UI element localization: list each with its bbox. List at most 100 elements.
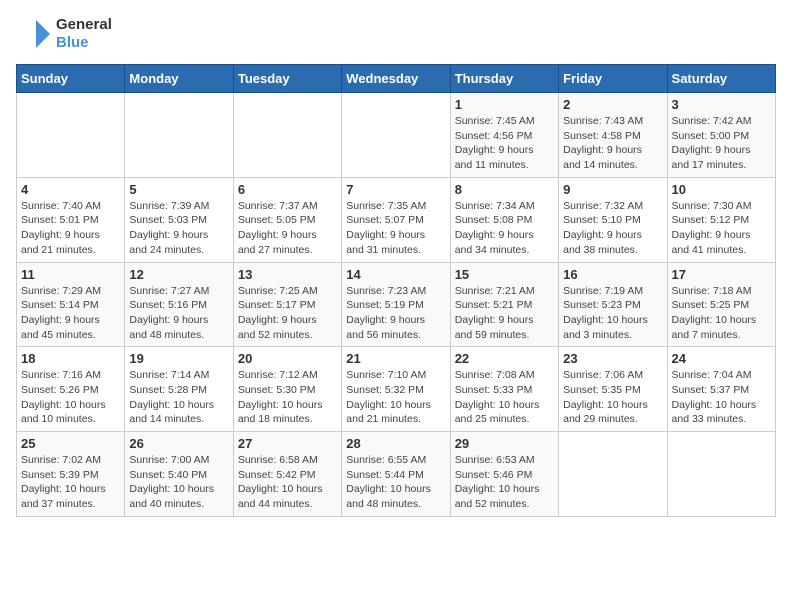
day-info: Sunrise: 7:00 AM Sunset: 5:40 PM Dayligh… [129,453,228,512]
calendar-cell: 5 Sunrise: 7:39 AM Sunset: 5:03 PM Daylig… [125,177,233,262]
day-info: Sunrise: 6:55 AM Sunset: 5:44 PM Dayligh… [346,453,445,512]
day-number: 6 [238,182,337,197]
day-info: Sunrise: 7:12 AM Sunset: 5:30 PM Dayligh… [238,368,337,427]
day-number: 22 [455,351,554,366]
day-info: Sunrise: 7:10 AM Sunset: 5:32 PM Dayligh… [346,368,445,427]
day-info: Sunrise: 7:40 AM Sunset: 5:01 PM Dayligh… [21,199,120,258]
calendar-cell [667,432,775,517]
calendar-body: 1 Sunrise: 7:45 AM Sunset: 4:56 PM Daylig… [17,93,776,517]
day-number: 12 [129,267,228,282]
day-number: 16 [563,267,662,282]
day-info: Sunrise: 7:02 AM Sunset: 5:39 PM Dayligh… [21,453,120,512]
day-number: 28 [346,436,445,451]
day-number: 13 [238,267,337,282]
day-info: Sunrise: 7:30 AM Sunset: 5:12 PM Dayligh… [672,199,771,258]
day-number: 27 [238,436,337,451]
day-info: Sunrise: 7:23 AM Sunset: 5:19 PM Dayligh… [346,284,445,343]
calendar-cell [125,93,233,178]
calendar-cell: 25 Sunrise: 7:02 AM Sunset: 5:39 PM Dayli… [17,432,125,517]
calendar-cell: 29Sunrise: 6:53 AM Sunset: 5:46 PM Dayli… [450,432,558,517]
logo-general: General [56,16,112,34]
calendar-cell: 10 Sunrise: 7:30 AM Sunset: 5:12 PM Dayli… [667,177,775,262]
calendar-cell: 26 Sunrise: 7:00 AM Sunset: 5:40 PM Dayli… [125,432,233,517]
calendar-cell: 19 Sunrise: 7:14 AM Sunset: 5:28 PM Dayli… [125,347,233,432]
day-number: 17 [672,267,771,282]
day-number: 9 [563,182,662,197]
calendar-cell [342,93,450,178]
day-info: Sunrise: 7:39 AM Sunset: 5:03 PM Dayligh… [129,199,228,258]
day-number: 15 [455,267,554,282]
weekday-header-monday: Monday [125,65,233,93]
day-info: Sunrise: 7:16 AM Sunset: 5:26 PM Dayligh… [21,368,120,427]
day-number: 11 [21,267,120,282]
calendar-cell: 1 Sunrise: 7:45 AM Sunset: 4:56 PM Daylig… [450,93,558,178]
day-info: Sunrise: 7:27 AM Sunset: 5:16 PM Dayligh… [129,284,228,343]
day-info: Sunrise: 7:06 AM Sunset: 5:35 PM Dayligh… [563,368,662,427]
calendar-cell [559,432,667,517]
calendar-week-5: 25 Sunrise: 7:02 AM Sunset: 5:39 PM Dayli… [17,432,776,517]
day-number: 23 [563,351,662,366]
calendar-cell: 6 Sunrise: 7:37 AM Sunset: 5:05 PM Daylig… [233,177,341,262]
day-info: Sunrise: 6:53 AM Sunset: 5:46 PM Dayligh… [455,453,554,512]
day-number: 3 [672,97,771,112]
day-number: 5 [129,182,228,197]
day-number: 24 [672,351,771,366]
calendar-cell: 2Sunrise: 7:43 AM Sunset: 4:58 PM Daylig… [559,93,667,178]
weekday-header-sunday: Sunday [17,65,125,93]
day-info: Sunrise: 7:42 AM Sunset: 5:00 PM Dayligh… [672,114,771,173]
calendar-cell [233,93,341,178]
day-number: 8 [455,182,554,197]
weekday-header-thursday: Thursday [450,65,558,93]
day-number: 21 [346,351,445,366]
calendar-cell: 9 Sunrise: 7:32 AM Sunset: 5:10 PM Daylig… [559,177,667,262]
calendar-cell: 7 Sunrise: 7:35 AM Sunset: 5:07 PM Daylig… [342,177,450,262]
day-info: Sunrise: 7:08 AM Sunset: 5:33 PM Dayligh… [455,368,554,427]
calendar-cell: 16 Sunrise: 7:19 AM Sunset: 5:23 PM Dayli… [559,262,667,347]
calendar-cell: 27 Sunrise: 6:58 AM Sunset: 5:42 PM Dayli… [233,432,341,517]
day-number: 7 [346,182,445,197]
day-info: Sunrise: 7:45 AM Sunset: 4:56 PM Dayligh… [455,114,554,173]
weekday-header-tuesday: Tuesday [233,65,341,93]
day-info: Sunrise: 7:35 AM Sunset: 5:07 PM Dayligh… [346,199,445,258]
calendar-table: SundayMondayTuesdayWednesdayThursdayFrid… [16,64,776,517]
calendar-cell: 13Sunrise: 7:25 AM Sunset: 5:17 PM Dayli… [233,262,341,347]
day-info: Sunrise: 7:32 AM Sunset: 5:10 PM Dayligh… [563,199,662,258]
calendar-cell: 22 Sunrise: 7:08 AM Sunset: 5:33 PM Dayli… [450,347,558,432]
weekday-header-friday: Friday [559,65,667,93]
day-number: 26 [129,436,228,451]
day-info: Sunrise: 7:21 AM Sunset: 5:21 PM Dayligh… [455,284,554,343]
day-number: 25 [21,436,120,451]
day-info: Sunrise: 7:29 AM Sunset: 5:14 PM Dayligh… [21,284,120,343]
calendar-week-4: 18 Sunrise: 7:16 AM Sunset: 5:26 PM Dayli… [17,347,776,432]
day-number: 14 [346,267,445,282]
calendar-cell [17,93,125,178]
calendar-week-2: 4 Sunrise: 7:40 AM Sunset: 5:01 PM Daylig… [17,177,776,262]
calendar-cell: 14 Sunrise: 7:23 AM Sunset: 5:19 PM Dayli… [342,262,450,347]
day-info: Sunrise: 7:37 AM Sunset: 5:05 PM Dayligh… [238,199,337,258]
calendar-cell: 17Sunrise: 7:18 AM Sunset: 5:25 PM Dayli… [667,262,775,347]
calendar-header: SundayMondayTuesdayWednesdayThursdayFrid… [17,65,776,93]
calendar-week-1: 1 Sunrise: 7:45 AM Sunset: 4:56 PM Daylig… [17,93,776,178]
calendar-cell: 11 Sunrise: 7:29 AM Sunset: 5:14 PM Dayli… [17,262,125,347]
day-number: 19 [129,351,228,366]
day-number: 18 [21,351,120,366]
day-number: 2 [563,97,662,112]
weekday-header-saturday: Saturday [667,65,775,93]
day-number: 10 [672,182,771,197]
day-number: 4 [21,182,120,197]
calendar-cell: 28 Sunrise: 6:55 AM Sunset: 5:44 PM Dayli… [342,432,450,517]
day-info: Sunrise: 7:14 AM Sunset: 5:28 PM Dayligh… [129,368,228,427]
day-info: Sunrise: 6:58 AM Sunset: 5:42 PM Dayligh… [238,453,337,512]
logo-svg [16,16,52,52]
calendar-cell: 4 Sunrise: 7:40 AM Sunset: 5:01 PM Daylig… [17,177,125,262]
logo-blue: Blue [56,34,112,52]
calendar-cell: 12 Sunrise: 7:27 AM Sunset: 5:16 PM Dayli… [125,262,233,347]
day-number: 1 [455,97,554,112]
calendar-cell: 21 Sunrise: 7:10 AM Sunset: 5:32 PM Dayli… [342,347,450,432]
calendar-cell: 3 Sunrise: 7:42 AM Sunset: 5:00 PM Daylig… [667,93,775,178]
calendar-cell: 8Sunrise: 7:34 AM Sunset: 5:08 PM Daylig… [450,177,558,262]
weekday-header-wednesday: Wednesday [342,65,450,93]
calendar-cell: 18 Sunrise: 7:16 AM Sunset: 5:26 PM Dayli… [17,347,125,432]
calendar-week-3: 11 Sunrise: 7:29 AM Sunset: 5:14 PM Dayli… [17,262,776,347]
day-info: Sunrise: 7:19 AM Sunset: 5:23 PM Dayligh… [563,284,662,343]
